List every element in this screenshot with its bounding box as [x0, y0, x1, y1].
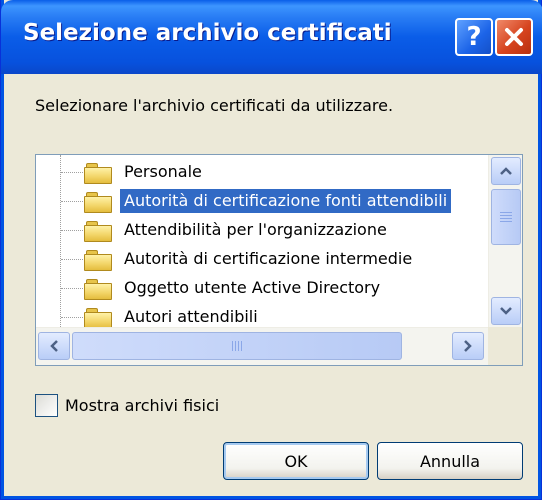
tree-item[interactable]: Attendibilità per l'organizzazione [36, 215, 488, 245]
help-icon: ? [466, 22, 482, 52]
tree-connector-h [61, 201, 83, 202]
tree-connector-h [61, 259, 83, 260]
tree-item[interactable]: Autorità di certificazione intermedie [36, 244, 488, 274]
show-physical-stores-label[interactable]: Mostra archivi fisici [65, 394, 219, 417]
chevron-right-icon [464, 340, 472, 352]
show-physical-stores-checkbox[interactable] [35, 394, 58, 417]
scroll-grip [73, 333, 401, 359]
scroll-grip [492, 190, 520, 244]
horizontal-scrollbar[interactable] [36, 327, 488, 365]
tree-item-selected[interactable]: Autorità di certificazione fonti attendi… [36, 186, 488, 216]
folder-icon [84, 279, 114, 301]
certificate-store-tree[interactable]: Personale Autorità di certificazione fon… [35, 154, 523, 366]
scroll-left-button[interactable] [38, 332, 70, 360]
folder-icon [84, 192, 114, 214]
tree-items: Personale Autorità di certificazione fon… [36, 155, 488, 327]
horizontal-scroll-thumb[interactable] [72, 332, 402, 360]
close-button[interactable] [495, 18, 533, 56]
chevron-down-icon [500, 307, 512, 315]
folder-icon [84, 308, 114, 327]
title-bar[interactable]: Selezione archivio certificati ? [1, 0, 542, 74]
vertical-scrollbar[interactable] [488, 155, 522, 327]
scroll-right-button[interactable] [452, 332, 484, 360]
tree-item-label: Personale [124, 162, 202, 181]
tree-item-label: Autori attendibili [124, 307, 258, 326]
tree-item[interactable]: Autori attendibili [36, 302, 488, 327]
scroll-corner [488, 327, 522, 365]
folder-icon [84, 250, 114, 272]
tree-item[interactable]: Personale [36, 157, 488, 187]
window-title: Selezione archivio certificati [23, 20, 392, 46]
scroll-down-button[interactable] [491, 297, 521, 325]
vertical-scroll-thumb[interactable] [491, 189, 521, 245]
chevron-up-icon [500, 167, 512, 175]
tree-connector-h [61, 317, 83, 318]
tree-item-label: Attendibilità per l'organizzazione [124, 220, 387, 239]
tree-connector-h [61, 288, 83, 289]
scroll-up-button[interactable] [491, 157, 521, 185]
tree-connector-h [61, 172, 83, 173]
ok-button[interactable]: OK [223, 442, 369, 480]
close-icon [505, 28, 523, 46]
tree-item-label: Autorità di certificazione fonti attendi… [120, 189, 452, 213]
dialog-window: Selezione archivio certificati ? Selezio… [0, 0, 542, 500]
tree-item[interactable]: Oggetto utente Active Directory [36, 273, 488, 303]
instruction-text: Selezionare l'archivio certificati da ut… [35, 96, 394, 115]
chevron-left-icon [50, 340, 58, 352]
cancel-button[interactable]: Annulla [377, 442, 523, 480]
tree-item-label: Autorità di certificazione intermedie [124, 249, 413, 268]
tree-item-label: Oggetto utente Active Directory [124, 278, 381, 297]
folder-icon [84, 163, 114, 185]
tree-connector-h [61, 230, 83, 231]
help-button[interactable]: ? [455, 18, 493, 56]
folder-icon [84, 221, 114, 243]
dialog-body: Selezionare l'archivio certificati da ut… [1, 74, 542, 500]
